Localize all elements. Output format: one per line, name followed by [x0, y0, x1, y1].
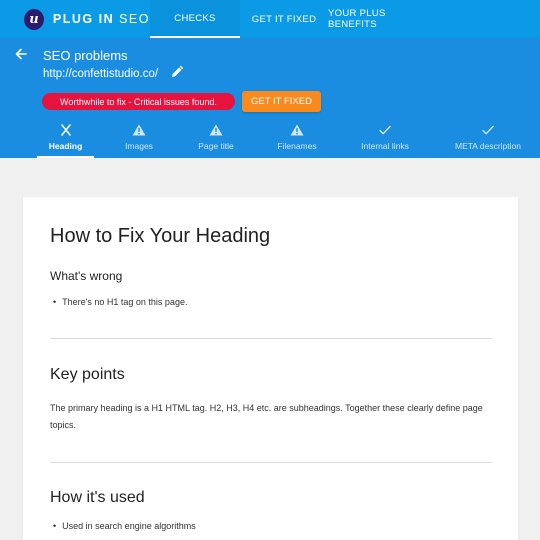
how-used-heading: How it's used: [50, 489, 145, 506]
tab-label: Internal links: [361, 141, 409, 151]
tab-meta-description[interactable]: META description: [445, 122, 531, 158]
logo[interactable]: u PLUG IN SEO: [0, 0, 150, 38]
warning-icon: [290, 124, 304, 136]
tab-filenames[interactable]: Filenames: [268, 122, 326, 158]
check-icon: [482, 125, 494, 135]
get-it-fixed-button[interactable]: GET IT FIXED: [242, 91, 321, 112]
logo-icon: u: [24, 8, 44, 30]
edit-pencil-icon[interactable]: [170, 65, 184, 84]
tab-images[interactable]: Images: [110, 122, 168, 158]
brand-bold: PLUG IN: [52, 12, 115, 26]
tab-internal-links[interactable]: Internal links: [350, 122, 420, 158]
top-nav: CHECKS GET IT FIXED YOUR PLUS BENEFITS: [150, 0, 430, 38]
tab-label: Filenames: [277, 141, 317, 151]
warning-icon: [132, 124, 146, 136]
status-badge: Worthwhile to fix - Critical issues foun…: [42, 93, 235, 110]
check-icon: [379, 125, 391, 135]
nav-plus-benefits[interactable]: YOUR PLUS BENEFITS: [328, 0, 430, 38]
nav-checks[interactable]: CHECKS: [150, 0, 240, 38]
tab-label: Page title: [198, 141, 234, 151]
problems-header: SEO problems http://confettistudio.co/ W…: [0, 38, 540, 158]
divider: [50, 338, 492, 339]
nav-get-it-fixed[interactable]: GET IT FIXED: [240, 0, 328, 38]
key-points-heading: Key points: [50, 366, 125, 383]
top-bar: u PLUG IN SEO CHECKS GET IT FIXED YOUR P…: [0, 0, 540, 38]
tab-label: Images: [125, 141, 153, 151]
content-title: How to Fix Your Heading: [50, 225, 271, 247]
list-item: There's no H1 tag on this page.: [53, 297, 187, 307]
back-arrow-icon[interactable]: [15, 47, 27, 64]
whats-wrong-heading: What's wrong: [50, 269, 123, 283]
tab-page-title[interactable]: Page title: [186, 122, 246, 158]
tab-label: Heading: [48, 141, 83, 151]
site-url: http://confettistudio.co/: [43, 68, 159, 80]
tab-label: META description: [455, 141, 521, 151]
close-icon: [60, 124, 71, 136]
check-tabs: Heading Images Page title Filenames Inte…: [0, 122, 540, 158]
page-title: SEO problems: [43, 48, 128, 63]
divider: [50, 462, 492, 463]
list-item: Used in search engine algorithms: [53, 521, 196, 531]
brand-rest: SEO: [119, 12, 150, 26]
warning-icon: [209, 124, 223, 136]
tab-heading[interactable]: Heading: [37, 122, 94, 158]
brand-name: PLUG IN SEO: [53, 12, 150, 26]
key-points-text: The primary heading is a H1 HTML tag. H2…: [50, 403, 483, 430]
content-card: How to Fix Your Heading What's wrong The…: [23, 197, 518, 540]
